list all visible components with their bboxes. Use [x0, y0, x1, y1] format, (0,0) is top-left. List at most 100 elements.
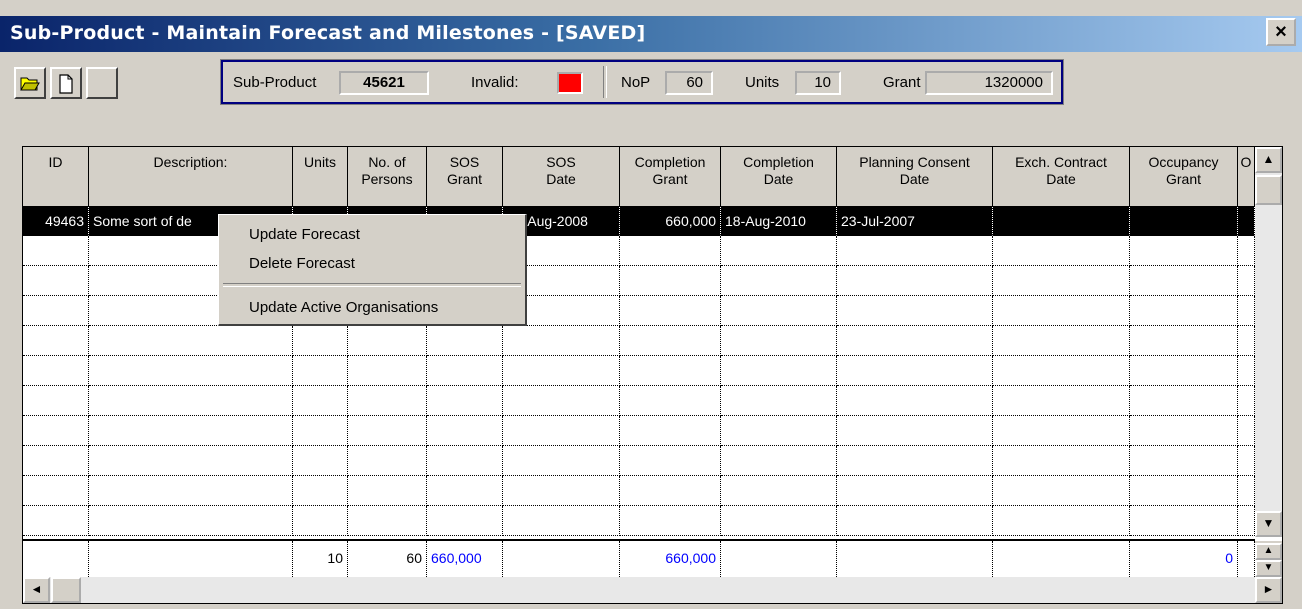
column-header-persons[interactable]: No. of Persons [348, 147, 427, 207]
table-cell[interactable] [721, 476, 837, 506]
table-cell[interactable] [427, 506, 503, 536]
new-button[interactable] [50, 67, 82, 99]
table-cell[interactable] [1238, 266, 1255, 296]
table-cell[interactable] [1130, 386, 1238, 416]
spinner-up-icon[interactable]: ▲ [1255, 543, 1282, 560]
table-cell[interactable] [1130, 416, 1238, 446]
table-cell[interactable] [348, 416, 427, 446]
open-button[interactable] [14, 67, 46, 99]
table-cell[interactable] [1130, 326, 1238, 356]
table-cell[interactable] [1130, 446, 1238, 476]
table-cell[interactable] [23, 296, 89, 326]
table-cell[interactable] [721, 296, 837, 326]
table-cell[interactable] [620, 506, 721, 536]
table-cell[interactable] [721, 416, 837, 446]
table-row[interactable] [23, 416, 1255, 446]
table-cell[interactable] [503, 416, 620, 446]
table-cell[interactable] [89, 476, 293, 506]
table-cell[interactable] [620, 266, 721, 296]
table-cell[interactable] [503, 326, 620, 356]
table-cell[interactable] [23, 446, 89, 476]
table-cell[interactable] [23, 476, 89, 506]
table-cell[interactable] [427, 416, 503, 446]
column-header-id[interactable]: ID [23, 147, 89, 207]
table-cell[interactable] [721, 326, 837, 356]
table-cell[interactable] [1130, 236, 1238, 266]
table-cell[interactable] [348, 386, 427, 416]
table-cell[interactable] [1238, 416, 1255, 446]
table-cell[interactable] [993, 446, 1130, 476]
table-cell[interactable] [1238, 236, 1255, 266]
table-cell[interactable] [993, 236, 1130, 266]
cell-completion-date[interactable]: 18-Aug-2010 [721, 207, 837, 236]
table-cell[interactable] [1238, 476, 1255, 506]
table-cell[interactable] [837, 356, 993, 386]
table-cell[interactable] [1238, 296, 1255, 326]
table-row-selected[interactable]: 49463 Some sort of de 10 60 660,000 18-A… [23, 207, 1255, 236]
table-cell[interactable] [293, 326, 348, 356]
table-cell[interactable] [89, 416, 293, 446]
table-row[interactable] [23, 386, 1255, 416]
table-cell[interactable] [348, 326, 427, 356]
table-cell[interactable] [837, 326, 993, 356]
table-cell[interactable] [23, 236, 89, 266]
cell-partial[interactable] [1238, 207, 1255, 236]
totals-spinner[interactable]: ▲ ▼ [1255, 541, 1282, 577]
table-cell[interactable] [89, 386, 293, 416]
table-cell[interactable] [620, 296, 721, 326]
column-header-sos-date[interactable]: SOS Date [503, 147, 620, 207]
cell-exch-contract-date[interactable] [993, 207, 1130, 236]
column-header-completion-date[interactable]: Completion Date [721, 147, 837, 207]
table-row[interactable] [23, 476, 1255, 506]
table-cell[interactable] [1238, 386, 1255, 416]
table-row[interactable] [23, 326, 1255, 356]
table-cell[interactable] [993, 416, 1130, 446]
table-cell[interactable] [427, 356, 503, 386]
table-cell[interactable] [503, 506, 620, 536]
table-cell[interactable] [503, 356, 620, 386]
table-cell[interactable] [993, 266, 1130, 296]
table-cell[interactable] [23, 266, 89, 296]
table-cell[interactable] [89, 326, 293, 356]
table-cell[interactable] [23, 416, 89, 446]
blank-button[interactable] [86, 67, 118, 99]
table-row[interactable] [23, 266, 1255, 296]
table-cell[interactable] [837, 446, 993, 476]
table-cell[interactable] [348, 356, 427, 386]
scroll-up-button[interactable]: ▲ [1255, 147, 1282, 173]
table-cell[interactable] [427, 476, 503, 506]
close-button[interactable]: × [1266, 18, 1296, 46]
table-cell[interactable] [993, 296, 1130, 326]
table-cell[interactable] [348, 446, 427, 476]
forecast-grid[interactable]: ID Description: Units No. of Persons SOS G… [22, 146, 1283, 604]
table-cell[interactable] [1130, 506, 1238, 536]
table-cell[interactable] [837, 296, 993, 326]
table-cell[interactable] [721, 446, 837, 476]
table-cell[interactable] [348, 506, 427, 536]
table-cell[interactable] [620, 356, 721, 386]
table-cell[interactable] [1130, 356, 1238, 386]
scroll-down-button[interactable]: ▼ [1255, 511, 1282, 537]
column-header-sos-grant[interactable]: SOS Grant [427, 147, 503, 207]
table-cell[interactable] [837, 476, 993, 506]
table-cell[interactable] [837, 386, 993, 416]
table-cell[interactable] [993, 326, 1130, 356]
horizontal-scroll-thumb[interactable] [51, 577, 81, 603]
scroll-thumb[interactable] [1255, 175, 1282, 205]
table-cell[interactable] [620, 446, 721, 476]
table-cell[interactable] [721, 236, 837, 266]
table-cell[interactable] [620, 476, 721, 506]
table-cell[interactable] [993, 356, 1130, 386]
table-cell[interactable] [293, 506, 348, 536]
table-cell[interactable] [293, 386, 348, 416]
table-cell[interactable] [293, 446, 348, 476]
table-cell[interactable] [620, 236, 721, 266]
table-cell[interactable] [993, 506, 1130, 536]
table-cell[interactable] [23, 506, 89, 536]
cell-occupancy-grant[interactable] [1130, 207, 1238, 236]
table-cell[interactable] [503, 476, 620, 506]
menu-item-update-active-organisations[interactable]: Update Active Organisations [249, 299, 438, 316]
table-cell[interactable] [1130, 266, 1238, 296]
table-cell[interactable] [837, 506, 993, 536]
column-header-planning-consent-date[interactable]: Planning Consent Date [837, 147, 993, 207]
